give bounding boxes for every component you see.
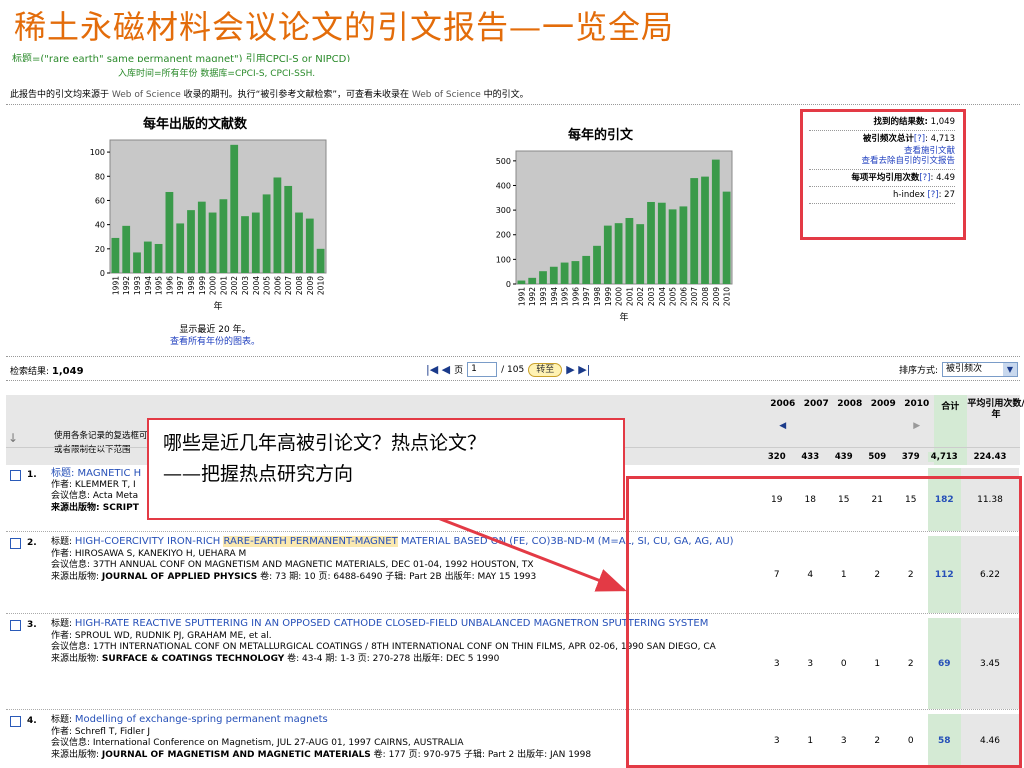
callout-line-1: 哪些是近几年高被引论文？热点论文？ — [163, 432, 487, 454]
callout-line-2: ——把握热点研究方向 — [163, 463, 354, 485]
annotation-arrow — [429, 513, 627, 592]
callout-annotation: 哪些是近几年高被引论文？热点论文？ ——把握热点研究方向 — [147, 418, 625, 520]
arrow-line — [429, 513, 627, 592]
